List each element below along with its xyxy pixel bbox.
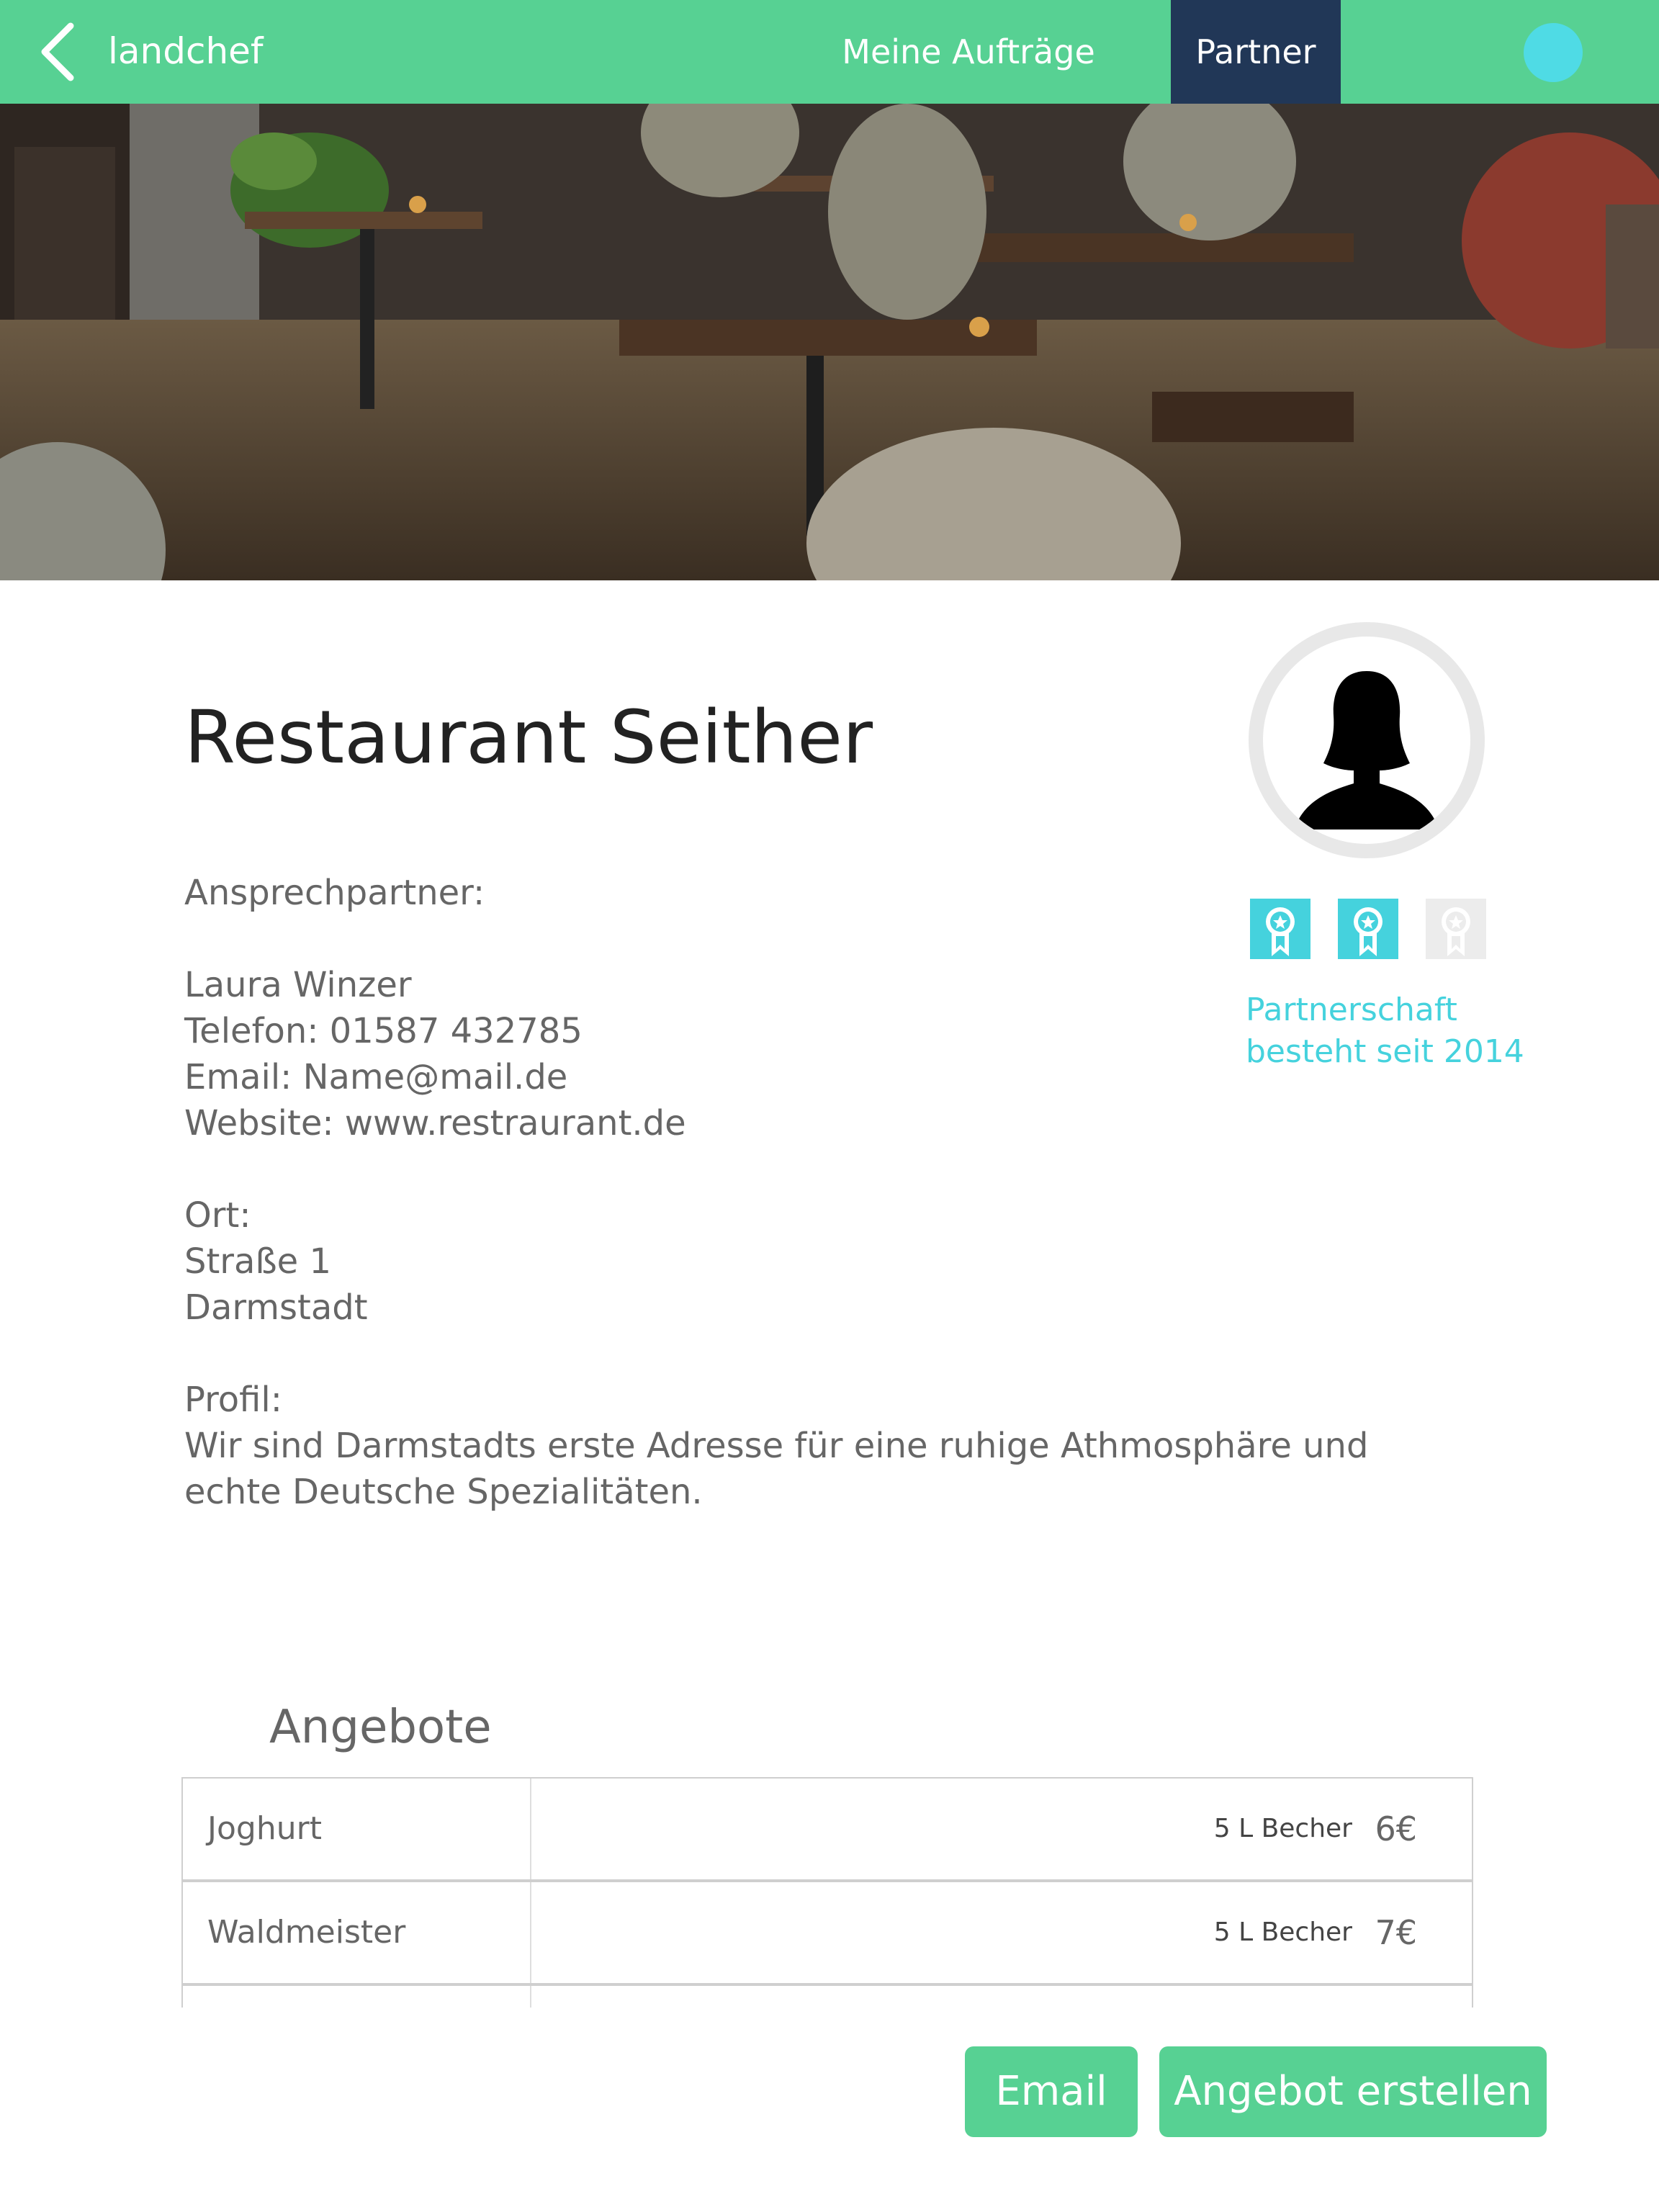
location-street: Straße 1 [184, 1241, 331, 1282]
profile-text-line1: Wir sind Darmstadts erste Adresse für ei… [184, 1426, 1369, 1466]
tab-partner[interactable]: Partner [1171, 0, 1341, 104]
contact-email[interactable]: Email: Name@mail.de [184, 1054, 567, 1100]
contact-website[interactable]: Website: www.restraurant.de [184, 1100, 686, 1146]
offers-title: Angebote [269, 1701, 492, 1754]
partner-name: Restaurant Seither [184, 695, 873, 781]
award-ribbon-icon [1426, 899, 1486, 959]
table-row[interactable]: Joghurt 5 L Becher 6€ [181, 1777, 1473, 1881]
offer-price: 6€ [1375, 1809, 1417, 1848]
offers-table: Joghurt 5 L Becher 6€ Waldmeister 5 L Be… [181, 1777, 1473, 2008]
offer-price: 7€ [1375, 1913, 1417, 1952]
contact-heading: Ansprechpartner: [184, 873, 485, 913]
contact-name: Laura Winzer [184, 965, 412, 1005]
offer-unit: 5 L Becher [1213, 1814, 1352, 1843]
profile-heading: Profil: [184, 1380, 282, 1420]
location-city: Darmstadt [184, 1287, 368, 1328]
profile-text-line2: echte Deutsche Spezialitäten. [184, 1472, 703, 1512]
award-ribbon-icon [1250, 899, 1310, 959]
top-nav-bar: landchef Meine Aufträge Partner [0, 0, 1659, 104]
create-offer-button[interactable]: Angebot erstellen [1159, 2046, 1547, 2137]
partnership-since: Partnerschaft besteht seit 2014 [1246, 989, 1524, 1073]
partnership-line2: besteht seit 2014 [1246, 1033, 1524, 1070]
offer-unit: 5 L Becher [1213, 1917, 1352, 1947]
table-row[interactable] [181, 1984, 1473, 2008]
partner-badges [1250, 899, 1495, 959]
table-row[interactable]: Waldmeister 5 L Becher 7€ [181, 1881, 1473, 1984]
tab-meine-auftraege[interactable]: Meine Aufträge [821, 0, 1116, 104]
location-heading: Ort: [184, 1195, 251, 1236]
award-ribbon-icon [1338, 899, 1398, 959]
user-avatar-icon [1295, 671, 1439, 830]
user-status-dot[interactable] [1524, 23, 1583, 82]
offer-name [183, 1986, 531, 2008]
chevron-left-icon[interactable] [37, 22, 81, 82]
email-button[interactable]: Email [965, 2046, 1138, 2137]
offer-name: Waldmeister [183, 1882, 531, 1983]
partnership-line1: Partnerschaft [1246, 992, 1457, 1028]
offer-name: Joghurt [183, 1779, 531, 1879]
contact-phone[interactable]: Telefon: 01587 432785 [184, 1008, 583, 1054]
hero-restaurant-image [0, 104, 1659, 580]
avatar [1249, 622, 1485, 858]
app-brand[interactable]: landchef [108, 26, 264, 76]
